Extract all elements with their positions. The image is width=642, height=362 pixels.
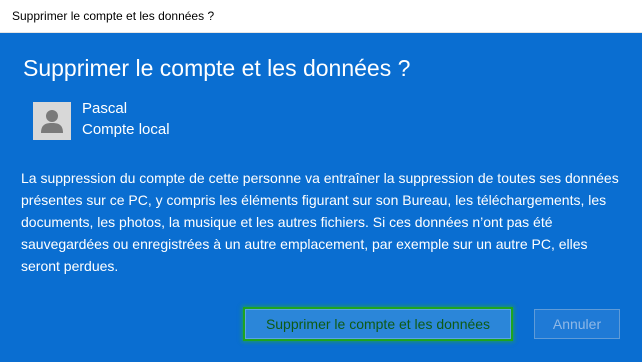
- user-name: Pascal: [82, 100, 128, 117]
- delete-account-button[interactable]: Supprimer le compte et les données: [245, 309, 511, 339]
- delete-account-dialog: Supprimer le compte et les données ? Pas…: [0, 33, 642, 362]
- account-type: Compte local: [82, 121, 170, 138]
- title-bar: Supprimer le compte et les données ?: [0, 0, 642, 33]
- dialog-heading: Supprimer le compte et les données ?: [23, 55, 411, 81]
- warning-message: La suppression du compte de cette person…: [21, 170, 619, 274]
- window-title: Supprimer le compte et les données ?: [12, 9, 215, 23]
- user-silhouette-icon: [33, 102, 71, 140]
- cancel-button[interactable]: Annuler: [534, 309, 620, 339]
- delete-account-button-label: Supprimer le compte et les données: [265, 316, 491, 332]
